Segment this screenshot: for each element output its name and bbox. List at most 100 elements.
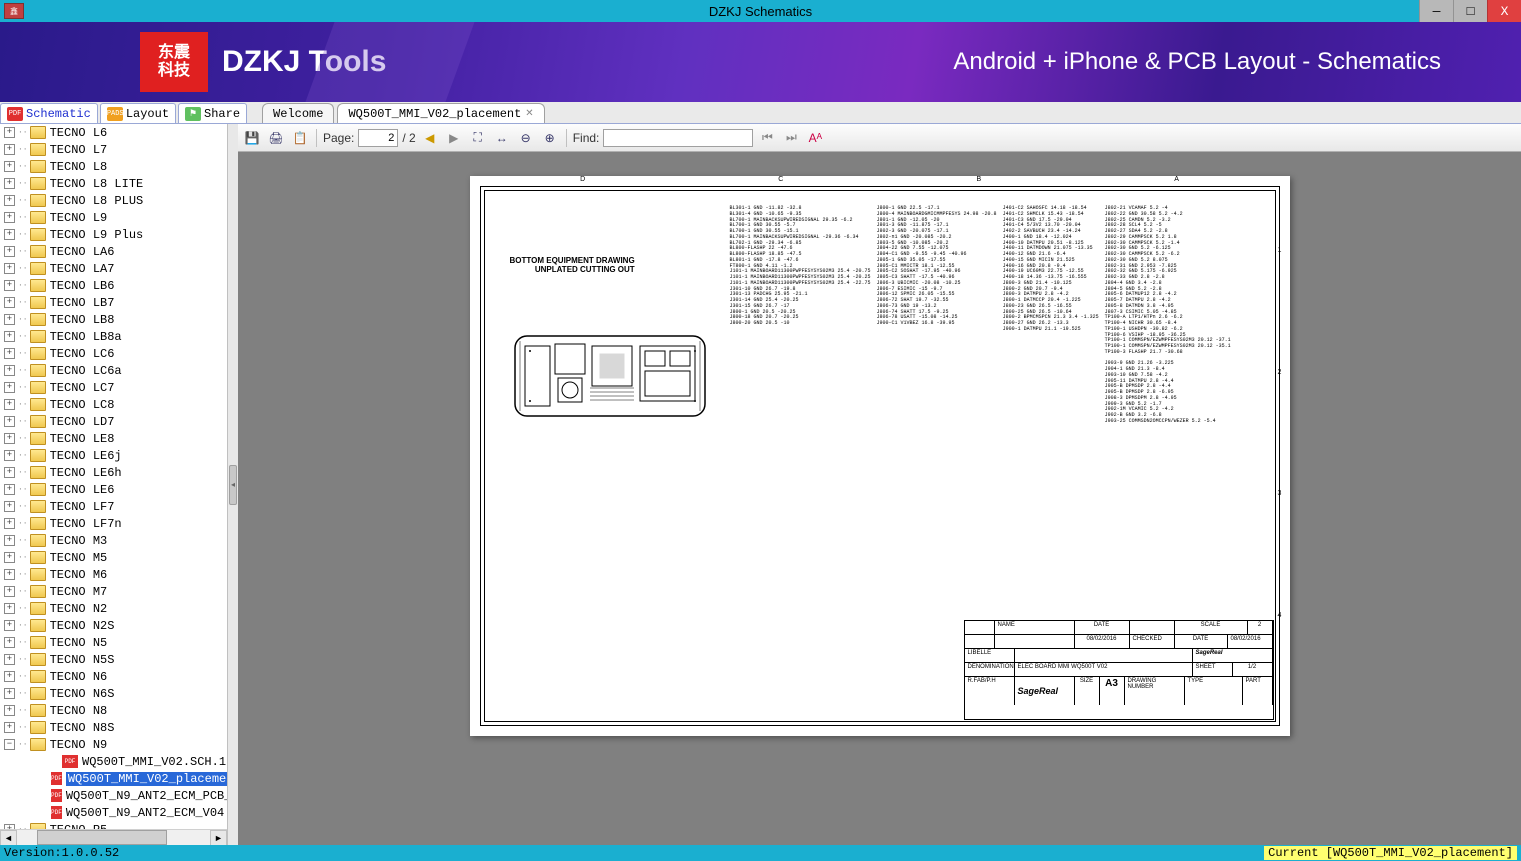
tree-horizontal-scrollbar[interactable]: ◄ ► <box>0 829 227 845</box>
expand-icon[interactable]: + <box>4 705 15 716</box>
expand-icon[interactable]: + <box>4 229 15 240</box>
tree-folder[interactable]: +··TECNO LC7 <box>0 379 227 396</box>
tree-folder[interactable]: +··TECNO M7 <box>0 583 227 600</box>
fit-width-button[interactable]: ↔ <box>492 128 512 148</box>
expand-icon[interactable]: + <box>4 161 15 172</box>
tree-folder[interactable]: +··TECNO L9 <box>0 209 227 226</box>
find-prev-button[interactable]: ⏮ <box>757 128 777 148</box>
text-style-button[interactable]: Aᴬ <box>805 128 825 148</box>
tree-folder[interactable]: +··TECNO M5 <box>0 549 227 566</box>
page-input[interactable] <box>358 129 398 147</box>
expand-icon[interactable]: + <box>4 331 15 342</box>
expand-icon[interactable]: + <box>4 637 15 648</box>
tab-schematic[interactable]: PDF Schematic <box>0 103 98 123</box>
expand-icon[interactable]: + <box>4 501 15 512</box>
expand-icon[interactable]: + <box>4 450 15 461</box>
tree-file[interactable]: PDFWQ500T_N9_ANT2_ECM_PCB_V04_P <box>0 787 227 804</box>
expand-icon[interactable]: + <box>4 569 15 580</box>
tree-scroll[interactable]: +··TECNO L6+··TECNO L7+··TECNO L8+··TECN… <box>0 124 227 829</box>
tree-folder[interactable]: +··TECNO N5S <box>0 651 227 668</box>
expand-icon[interactable]: + <box>4 399 15 410</box>
expand-icon[interactable]: + <box>4 518 15 529</box>
tree-folder[interactable]: +··TECNO LB8a <box>0 328 227 345</box>
tree-folder[interactable]: +··TECNO LA7 <box>0 260 227 277</box>
expand-icon[interactable]: + <box>4 297 15 308</box>
expand-icon[interactable]: + <box>4 348 15 359</box>
tree-folder[interactable]: +··TECNO L8 PLUS <box>0 192 227 209</box>
expand-icon[interactable]: + <box>4 467 15 478</box>
fit-page-button[interactable]: ⛶ <box>468 128 488 148</box>
expand-icon[interactable]: + <box>4 671 15 682</box>
maximize-button[interactable]: □ <box>1453 0 1487 22</box>
expand-icon[interactable]: + <box>4 195 15 206</box>
print-button[interactable]: 🖨 <box>266 128 286 148</box>
tree-folder[interactable]: +··TECNO M6 <box>0 566 227 583</box>
scroll-left-icon[interactable]: ◄ <box>0 830 17 845</box>
scroll-track[interactable] <box>17 830 210 845</box>
expand-icon[interactable]: + <box>4 484 15 495</box>
minimize-button[interactable]: — <box>1419 0 1453 22</box>
tree-folder[interactable]: +··TECNO P5 <box>0 821 227 829</box>
expand-icon[interactable]: + <box>4 416 15 427</box>
expand-icon[interactable]: + <box>4 178 15 189</box>
tree-file[interactable]: PDFWQ500T_MMI_V02_placement <box>0 770 227 787</box>
expand-icon[interactable]: + <box>4 127 15 138</box>
find-input[interactable] <box>603 129 753 147</box>
expand-icon[interactable]: + <box>4 365 15 376</box>
expand-icon[interactable]: + <box>4 620 15 631</box>
tree-folder[interactable]: +··TECNO LC6a <box>0 362 227 379</box>
zoom-in-button[interactable]: ⊕ <box>540 128 560 148</box>
expand-icon[interactable]: + <box>4 552 15 563</box>
tree-folder[interactable]: +··TECNO L9 Plus <box>0 226 227 243</box>
find-next-button[interactable]: ⏭ <box>781 128 801 148</box>
tree-folder[interactable]: +··TECNO M3 <box>0 532 227 549</box>
tree-file[interactable]: PDFWQ500T_N9_ANT2_ECM_V04.SCH.1 <box>0 804 227 821</box>
save-button[interactable]: 💾 <box>242 128 262 148</box>
tree-folder[interactable]: +··TECNO LE6h <box>0 464 227 481</box>
expand-icon[interactable]: + <box>4 314 15 325</box>
tree-folder[interactable]: +··TECNO N5 <box>0 634 227 651</box>
expand-icon[interactable]: − <box>4 739 15 750</box>
tree-folder[interactable]: +··TECNO N2 <box>0 600 227 617</box>
scroll-thumb[interactable] <box>37 830 167 845</box>
splitter[interactable]: ◂ <box>228 124 238 845</box>
tree-folder[interactable]: +··TECNO N6S <box>0 685 227 702</box>
tab-layout[interactable]: PADS Layout <box>100 103 176 123</box>
tree-folder[interactable]: +··TECNO LC8 <box>0 396 227 413</box>
tree-folder[interactable]: +··TECNO LB7 <box>0 294 227 311</box>
tree-file[interactable]: PDFWQ500T_MMI_V02.SCH.1 <box>0 753 227 770</box>
tree-folder[interactable]: +··TECNO L7 <box>0 141 227 158</box>
canvas-area[interactable]: DCBA 1234 BOTTOM EQUIPMENT DRAWING UNPLA… <box>238 152 1521 845</box>
tree-folder[interactable]: −··TECNO N9 <box>0 736 227 753</box>
expand-icon[interactable]: + <box>4 212 15 223</box>
expand-icon[interactable]: + <box>4 535 15 546</box>
tree-folder[interactable]: +··TECNO N8 <box>0 702 227 719</box>
tree-folder[interactable]: +··TECNO LF7 <box>0 498 227 515</box>
expand-icon[interactable]: + <box>4 688 15 699</box>
expand-icon[interactable]: + <box>4 603 15 614</box>
tree-folder[interactable]: +··TECNO LB6 <box>0 277 227 294</box>
next-page-button[interactable]: ▶ <box>444 128 464 148</box>
tree-folder[interactable]: +··TECNO N8S <box>0 719 227 736</box>
tree-folder[interactable]: +··TECNO L8 LITE <box>0 175 227 192</box>
zoom-out-button[interactable]: ⊖ <box>516 128 536 148</box>
scroll-right-icon[interactable]: ► <box>210 830 227 845</box>
expand-icon[interactable]: + <box>4 433 15 444</box>
tree-folder[interactable]: +··TECNO LA6 <box>0 243 227 260</box>
close-button[interactable]: X <box>1487 0 1521 22</box>
expand-icon[interactable]: + <box>4 586 15 597</box>
tree-folder[interactable]: +··TECNO N2S <box>0 617 227 634</box>
tree-folder[interactable]: +··TECNO LE6j <box>0 447 227 464</box>
tree-folder[interactable]: +··TECNO LE6 <box>0 481 227 498</box>
doc-tab-welcome[interactable]: Welcome <box>262 103 334 123</box>
tree-folder[interactable]: +··TECNO L6 <box>0 124 227 141</box>
tree-folder[interactable]: +··TECNO LD7 <box>0 413 227 430</box>
expand-icon[interactable]: + <box>4 246 15 257</box>
prev-page-button[interactable]: ◀ <box>420 128 440 148</box>
tab-share[interactable]: ⚑ Share <box>178 103 247 123</box>
expand-icon[interactable]: + <box>4 263 15 274</box>
tree-folder[interactable]: +··TECNO LB8 <box>0 311 227 328</box>
expand-icon[interactable]: + <box>4 144 15 155</box>
tree-folder[interactable]: +··TECNO LC6 <box>0 345 227 362</box>
tree-folder[interactable]: +··TECNO LF7n <box>0 515 227 532</box>
